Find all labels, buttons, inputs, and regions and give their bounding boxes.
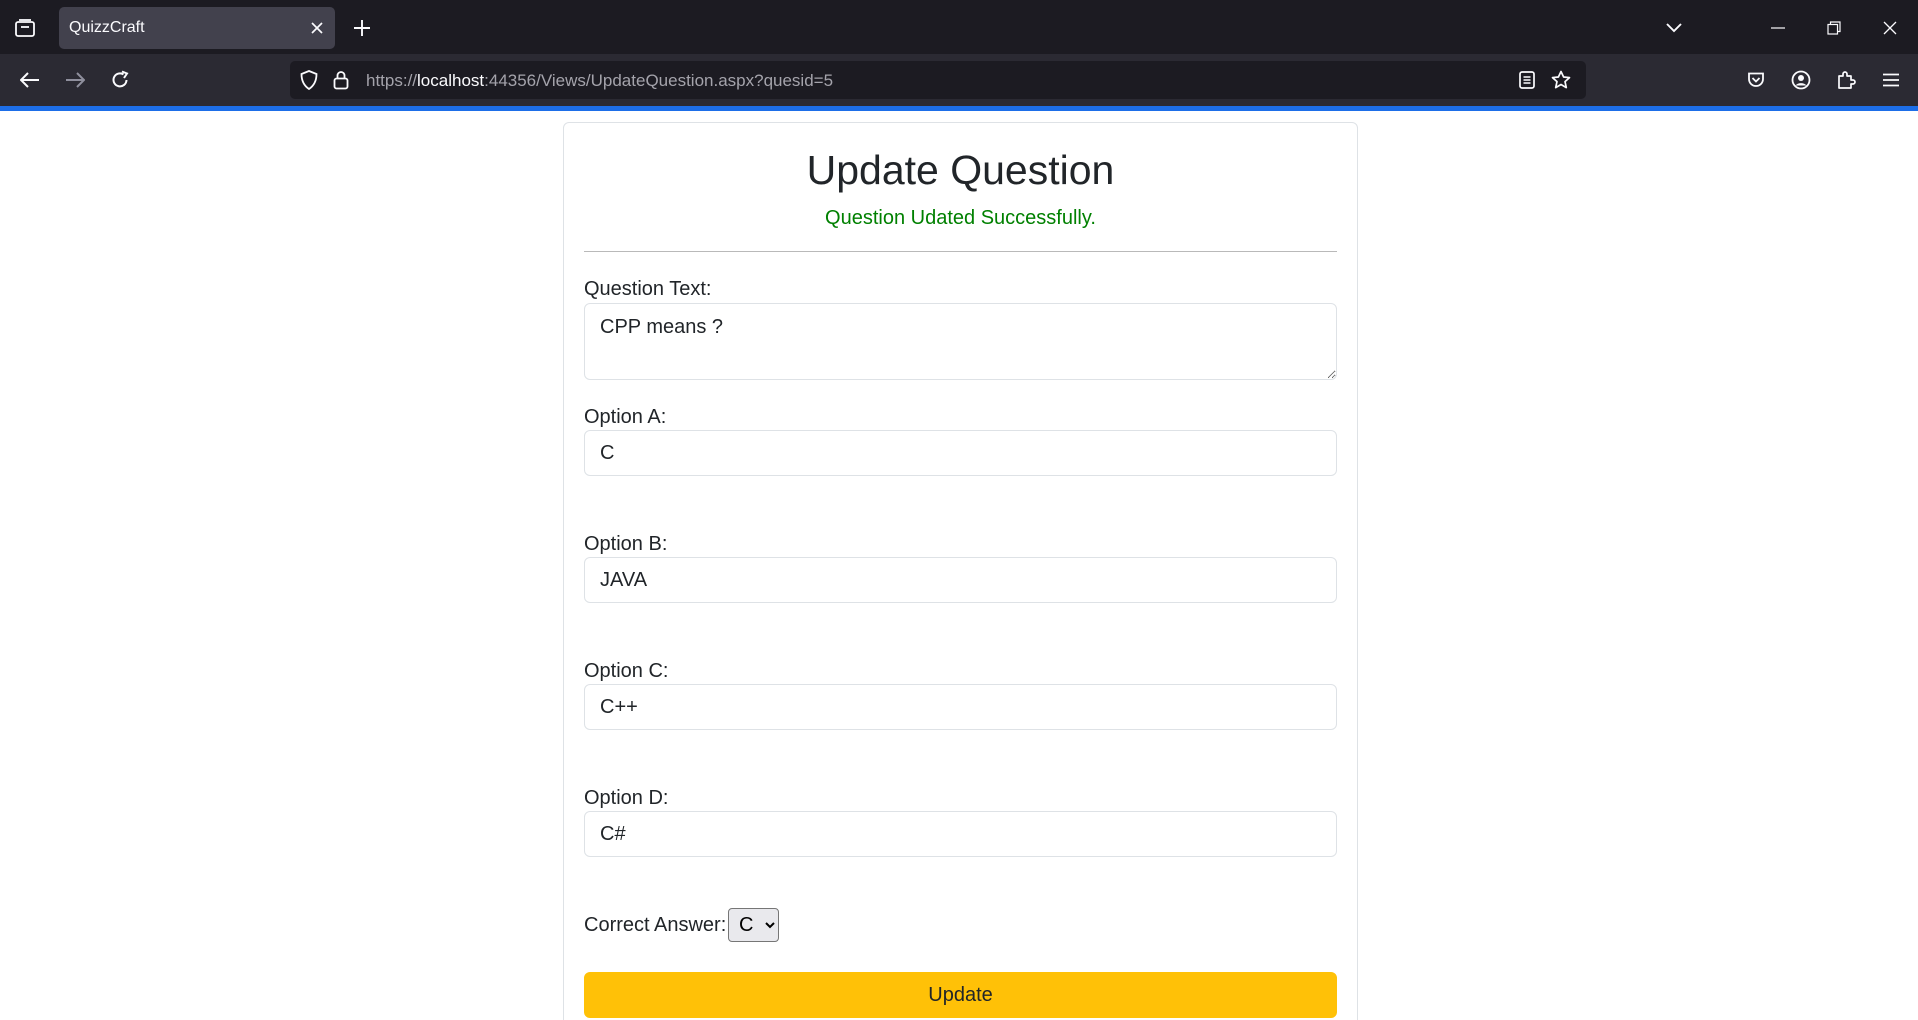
new-tab-icon[interactable] (348, 14, 376, 42)
minimize-icon[interactable] (1764, 14, 1792, 42)
back-arrow-icon[interactable] (15, 66, 45, 94)
option-b-input[interactable] (584, 557, 1337, 603)
url-host: localhost (417, 71, 485, 90)
menu-hamburger-icon[interactable] (1877, 66, 1905, 94)
url-path: :44356/Views/UpdateQuestion.aspx?quesid=… (484, 71, 834, 90)
option-d-input[interactable] (584, 811, 1337, 857)
update-question-card: Update Question Question Udated Successf… (563, 122, 1358, 1020)
account-icon[interactable] (1787, 66, 1815, 94)
option-b-label: Option B: (584, 533, 668, 555)
browser-tab[interactable]: QuizzCraft (59, 7, 335, 49)
tab-title: QuizzCraft (69, 19, 145, 36)
forward-arrow-icon[interactable] (60, 66, 90, 94)
restore-icon[interactable] (1820, 14, 1848, 42)
browser-titlebar: QuizzCraft (0, 0, 1918, 54)
url-prefix: https:// (366, 71, 418, 90)
option-a-input[interactable] (584, 430, 1337, 476)
option-a-label: Option A: (584, 406, 667, 428)
close-window-icon[interactable] (1876, 14, 1904, 42)
url-bar[interactable]: https://localhost:44356/Views/UpdateQues… (290, 61, 1586, 99)
option-c-label: Option C: (584, 660, 669, 682)
option-c-input[interactable] (584, 684, 1337, 730)
question-text-label: Question Text: (584, 278, 712, 300)
reload-icon[interactable] (105, 66, 135, 94)
extensions-icon[interactable] (1832, 66, 1860, 94)
correct-answer-label: Correct Answer: (584, 914, 727, 936)
firefox-view-icon[interactable] (10, 14, 40, 42)
update-button[interactable]: Update (584, 972, 1337, 1018)
correct-answer-select[interactable]: C (728, 908, 779, 942)
option-d-label: Option D: (584, 787, 669, 809)
question-text-input[interactable]: CPP means ? (584, 303, 1337, 380)
reader-view-icon[interactable] (1514, 67, 1540, 93)
page-title: Update Question (806, 147, 1115, 193)
page-loading-bar (0, 106, 1918, 111)
lock-icon[interactable] (328, 67, 354, 93)
list-tabs-chevron-icon[interactable] (1660, 14, 1688, 42)
status-message: Question Udated Successfully. (825, 207, 1096, 229)
divider (584, 251, 1337, 252)
bookmark-star-icon[interactable] (1547, 67, 1575, 93)
close-tab-icon[interactable] (307, 18, 327, 38)
pocket-icon[interactable] (1742, 66, 1770, 94)
shield-icon[interactable] (296, 67, 322, 93)
url-text[interactable]: https://localhost:44356/Views/UpdateQues… (366, 71, 833, 91)
